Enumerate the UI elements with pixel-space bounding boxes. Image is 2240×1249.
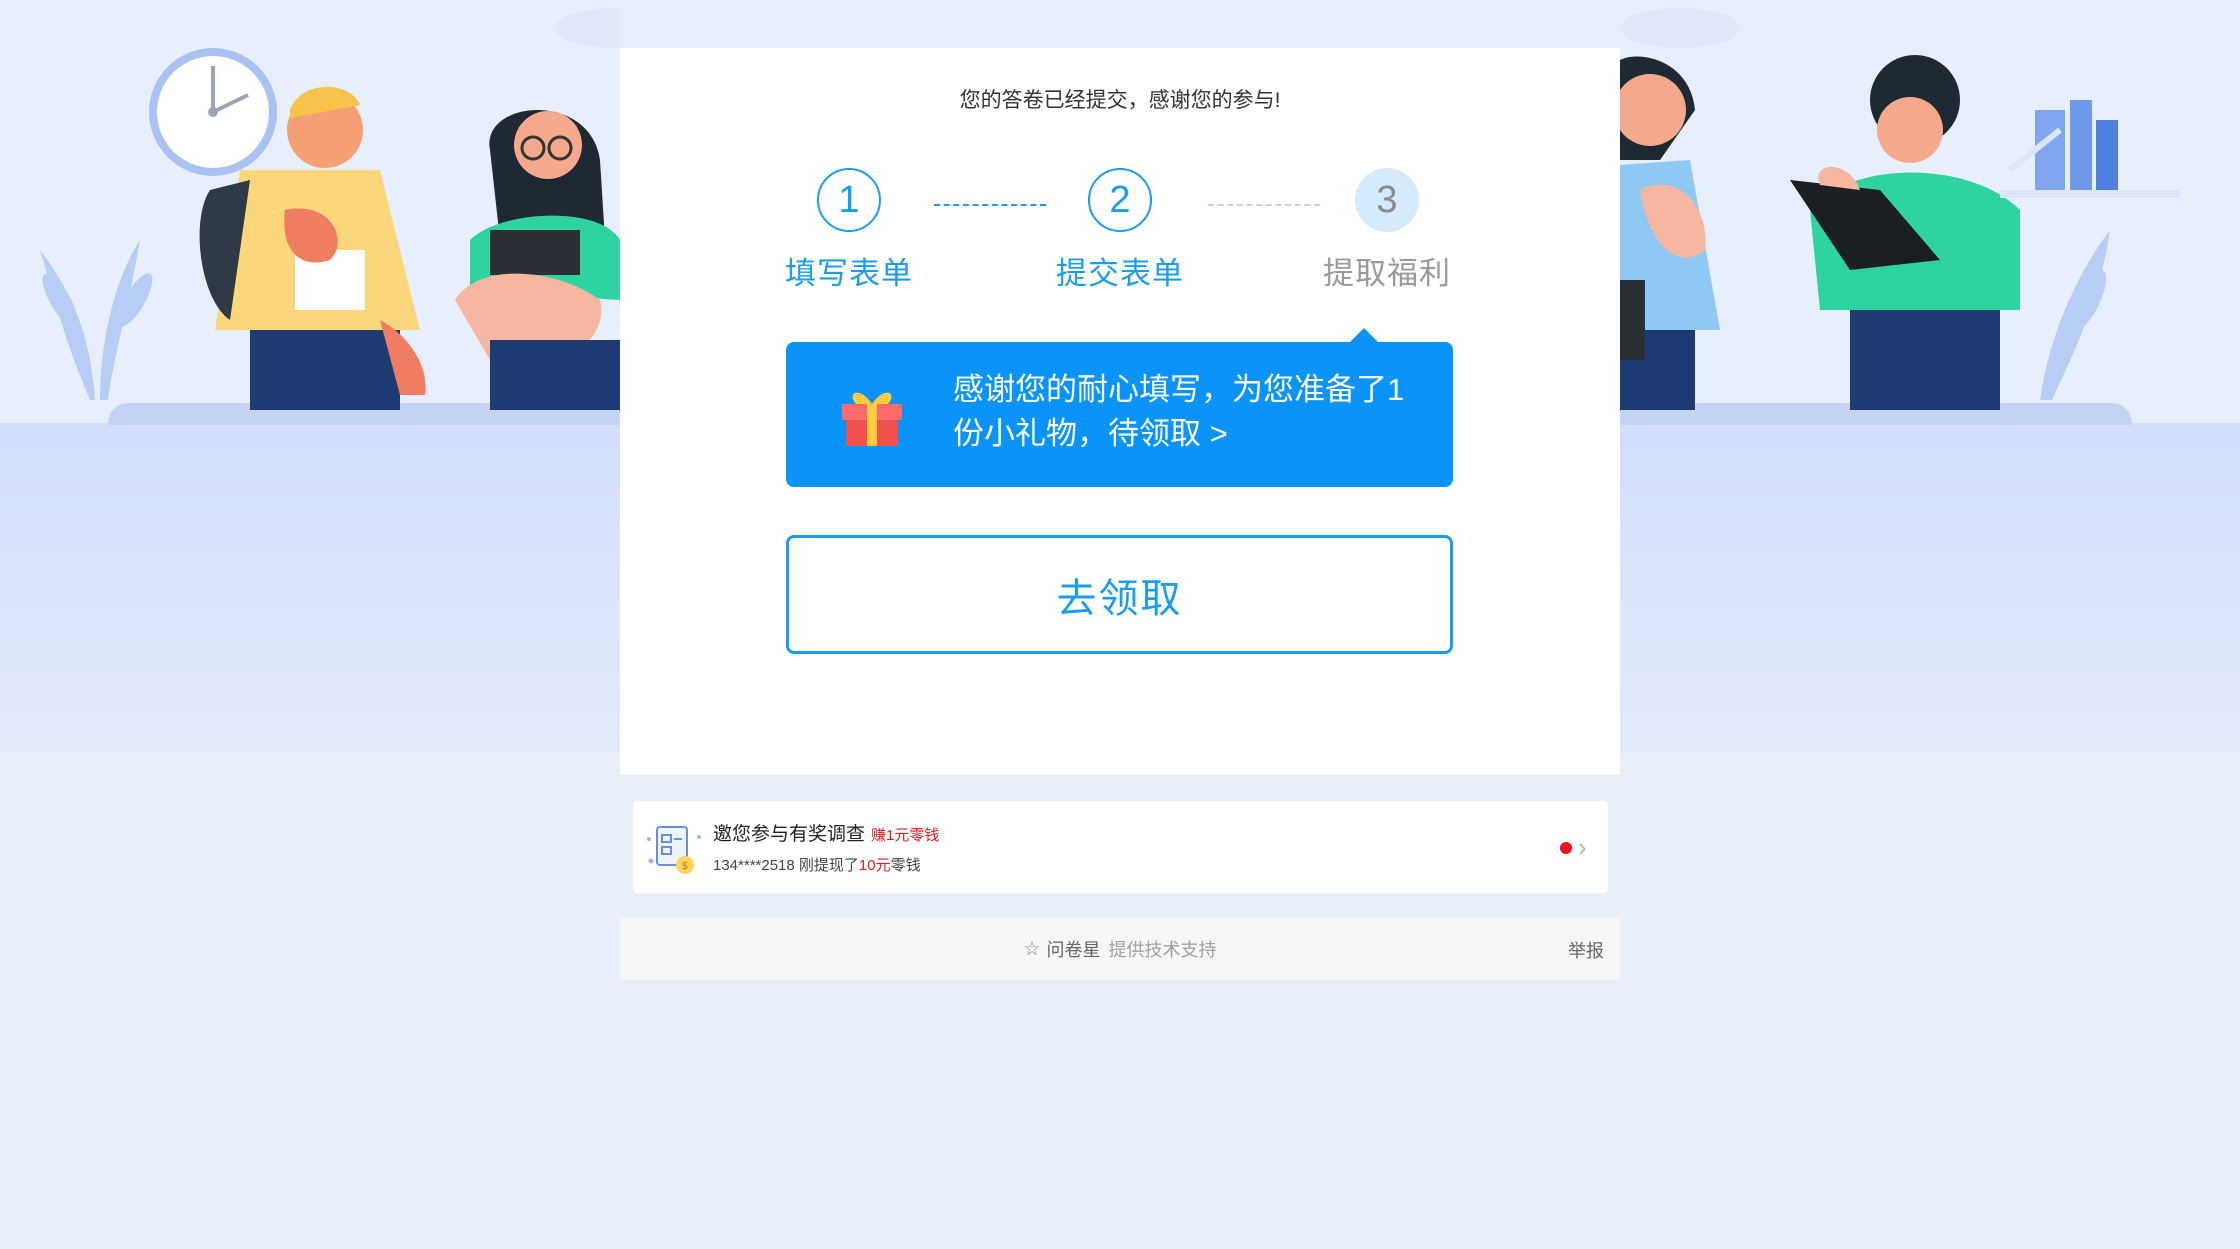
student-woman-figure [455, 110, 620, 410]
left-illustration [40, 8, 620, 410]
right-illustration [1620, 8, 2180, 410]
step-label: 提取福利 [1323, 256, 1451, 291]
claim-button[interactable]: 去领取 [786, 535, 1453, 654]
step-connector [1208, 204, 1320, 206]
report-link[interactable]: 举报 [1568, 937, 1604, 963]
footer-support-text: 提供技术支持 [1108, 940, 1217, 960]
promo-title: 邀您参与有奖调查 赚1元零钱 [713, 819, 939, 846]
clock-icon [149, 48, 277, 176]
step-number: 2 [1088, 168, 1152, 232]
step-claim-benefit: 3 提取福利 [1307, 168, 1467, 293]
step-fill-form: 1 填写表单 [769, 168, 929, 293]
gift-banner[interactable]: 感谢您的耐心填写，为您准备了1份小礼物，待领取 > [786, 328, 1453, 487]
step-number: 1 [817, 168, 881, 232]
notification-dot [1560, 842, 1572, 854]
gift-message: 感谢您的耐心填写，为您准备了1份小礼物，待领取 > [953, 372, 1405, 451]
footer-credit: ☆ 问卷星 提供技术支持 [620, 918, 1620, 980]
promo-title-text: 邀您参与有奖调查 [713, 824, 866, 845]
step-number: 3 [1355, 168, 1419, 232]
gift-icon [842, 392, 902, 446]
survey-document-icon: $ [647, 826, 701, 874]
step-connector [934, 204, 1046, 206]
footer-brand-link[interactable]: 问卷星 [1047, 936, 1101, 962]
banner-pointer [1350, 328, 1378, 342]
bookshelf-icon [2000, 100, 2180, 198]
svg-text:$: $ [682, 859, 689, 872]
promo-sub-amount: 10元 [858, 857, 891, 874]
promo-sub-prefix: 134****2518 刚提现了 [713, 857, 859, 874]
step-label: 填写表单 [785, 256, 913, 291]
step-submit-form: 2 提交表单 [1040, 168, 1200, 293]
plant-icon [2040, 230, 2110, 400]
student-man-figure [1620, 56, 1720, 410]
promo-subtitle: 134****2518 刚提现了10元零钱 [713, 854, 921, 875]
star-icon: ☆ [1023, 938, 1041, 960]
step-label: 提交表单 [1056, 256, 1184, 291]
promo-sub-suffix: 零钱 [890, 857, 921, 874]
promo-earn-badge: 赚1元零钱 [871, 827, 940, 844]
student-reader-figure [1790, 55, 2020, 410]
chevron-right-icon: › [1578, 832, 1587, 862]
result-card: 您的答卷已经提交，感谢您的参与! 1 填写表单 2 提交表单 3 提取福利 感谢… [620, 48, 1620, 775]
footer: ☆ 问卷星 提供技术支持 举报 [620, 918, 1620, 980]
survey-promo[interactable]: $ 邀您参与有奖调查 赚1元零钱 134****2518 刚提现了10元零钱 › [633, 801, 1608, 893]
plant-icon [40, 240, 153, 400]
submitted-message: 您的答卷已经提交，感谢您的参与! [959, 89, 1281, 112]
